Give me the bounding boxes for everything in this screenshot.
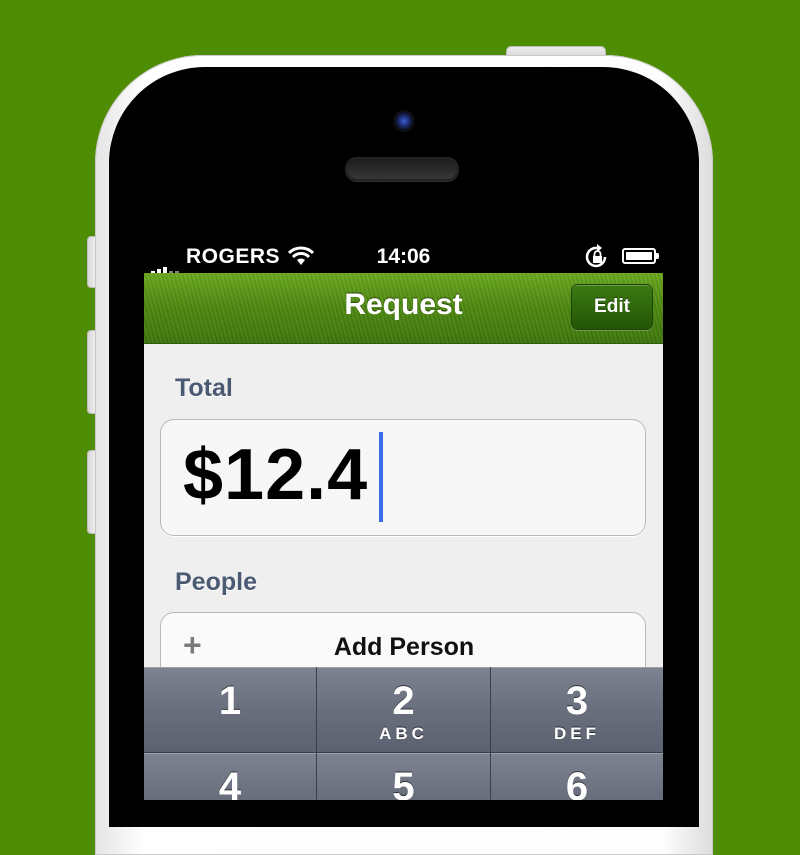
key-5[interactable]: 5	[317, 753, 491, 800]
key-3[interactable]: 3 DEF	[491, 667, 663, 753]
key-2[interactable]: 2 ABC	[317, 667, 491, 753]
battery-icon	[622, 248, 659, 264]
front-camera	[393, 110, 415, 132]
key-letters: DEF	[554, 724, 600, 743]
key-digit: 1	[218, 679, 242, 723]
earpiece-speaker	[345, 157, 459, 181]
people-label: People	[175, 568, 257, 596]
rotation-lock-icon	[585, 244, 607, 268]
key-letters: ABC	[379, 724, 428, 743]
text-cursor	[379, 432, 383, 522]
navigation-bar: Request Edit	[144, 273, 663, 344]
status-bar: ROGERS 14:06	[144, 239, 663, 275]
key-digit: 2	[392, 679, 415, 723]
total-amount-value: $12.4	[183, 435, 369, 515]
key-digit: 6	[565, 765, 589, 800]
add-person-label: Add Person	[333, 633, 475, 661]
total-amount-field[interactable]: $12.4	[160, 419, 646, 536]
numeric-keypad: 1 2 ABC 3 DEF 4 5 6	[144, 667, 663, 800]
key-digit: 4	[218, 765, 242, 800]
key-digit: 3	[565, 679, 589, 723]
edit-button[interactable]: Edit	[571, 284, 653, 330]
key-digit: 5	[392, 765, 415, 800]
key-6[interactable]: 6	[491, 753, 663, 800]
total-label: Total	[175, 374, 233, 402]
key-1[interactable]: 1	[144, 667, 317, 753]
phone-screen: ROGERS 14:06 Request Edit Total $12.4 Pe…	[144, 239, 663, 800]
key-4[interactable]: 4	[144, 753, 317, 800]
